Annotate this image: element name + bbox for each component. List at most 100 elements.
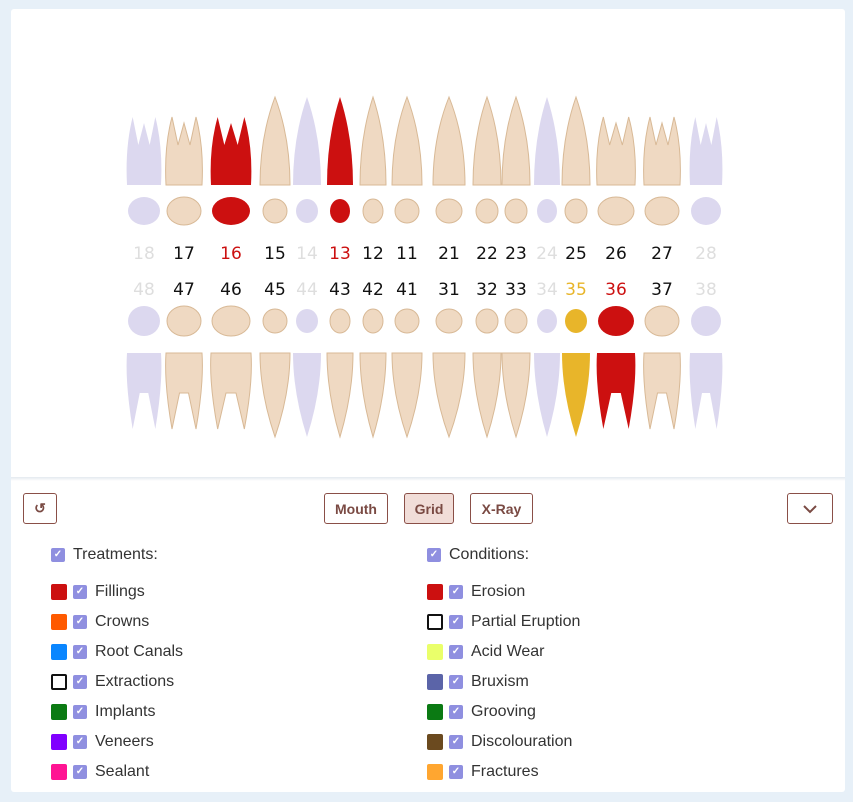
upper-tooth-root[interactable] <box>643 116 681 186</box>
upper-tooth-root[interactable] <box>126 117 162 185</box>
lower-tooth-number[interactable]: 42 <box>362 280 384 300</box>
lower-tooth-number[interactable]: 32 <box>476 280 498 300</box>
upper-tooth-root[interactable] <box>327 97 353 185</box>
lower-tooth-root[interactable] <box>259 352 291 439</box>
upper-tooth-number[interactable]: 22 <box>476 244 498 264</box>
lower-tooth-crown[interactable] <box>394 308 420 334</box>
upper-tooth-crown[interactable] <box>435 198 463 224</box>
upper-tooth-number[interactable]: 21 <box>438 244 460 264</box>
upper-tooth-crown[interactable] <box>362 198 384 224</box>
legend-checkbox[interactable]: ✓ <box>449 585 463 599</box>
legend-checkbox[interactable]: ✓ <box>73 585 87 599</box>
lower-tooth-root[interactable] <box>432 352 466 439</box>
lower-tooth-crown[interactable] <box>537 309 557 333</box>
lower-tooth-number[interactable]: 45 <box>264 280 286 300</box>
upper-tooth-number[interactable]: 23 <box>505 244 527 264</box>
upper-tooth-crown[interactable] <box>394 198 420 224</box>
lower-tooth-crown[interactable] <box>329 308 351 334</box>
upper-tooth-crown[interactable] <box>504 198 528 224</box>
upper-tooth-root[interactable] <box>391 95 423 186</box>
upper-tooth-root[interactable] <box>165 116 203 186</box>
lower-tooth-crown[interactable] <box>362 308 384 334</box>
upper-tooth-root[interactable] <box>432 95 466 186</box>
lower-tooth-root[interactable] <box>165 352 203 430</box>
grid-view-button[interactable]: Grid <box>404 493 454 524</box>
legend-checkbox[interactable]: ✓ <box>449 765 463 779</box>
lower-tooth-number[interactable]: 46 <box>220 280 242 300</box>
lower-tooth-root[interactable] <box>210 352 252 430</box>
upper-tooth-number[interactable]: 27 <box>651 244 673 264</box>
legend-checkbox[interactable]: ✓ <box>73 645 87 659</box>
legend-checkbox[interactable]: ✓ <box>73 765 87 779</box>
upper-tooth-crown[interactable] <box>691 197 721 225</box>
upper-tooth-number[interactable]: 26 <box>605 244 627 264</box>
upper-tooth-root[interactable] <box>210 117 252 185</box>
legend-checkbox[interactable]: ✓ <box>449 645 463 659</box>
lower-tooth-crown[interactable] <box>565 309 587 333</box>
upper-tooth-number[interactable]: 16 <box>220 244 242 264</box>
lower-tooth-root[interactable] <box>643 352 681 430</box>
lower-tooth-number[interactable]: 34 <box>536 280 558 300</box>
upper-tooth-crown[interactable] <box>564 198 588 224</box>
upper-tooth-number[interactable]: 11 <box>396 244 418 264</box>
upper-tooth-crown[interactable] <box>262 198 288 224</box>
lower-tooth-crown[interactable] <box>691 306 721 336</box>
upper-tooth-crown[interactable] <box>330 199 350 223</box>
upper-tooth-number[interactable]: 18 <box>133 244 155 264</box>
upper-tooth-root[interactable] <box>561 95 591 186</box>
upper-tooth-root[interactable] <box>259 95 291 186</box>
legend-checkbox[interactable]: ✓ <box>449 735 463 749</box>
upper-tooth-root[interactable] <box>534 97 560 185</box>
lower-tooth-crown[interactable] <box>504 308 528 334</box>
lower-tooth-crown[interactable] <box>166 305 202 337</box>
upper-tooth-number[interactable]: 25 <box>565 244 587 264</box>
upper-tooth-number[interactable]: 14 <box>296 244 318 264</box>
upper-tooth-root[interactable] <box>596 116 636 186</box>
upper-tooth-number[interactable]: 28 <box>695 244 717 264</box>
lower-tooth-number[interactable]: 36 <box>605 280 627 300</box>
legend-checkbox[interactable]: ✓ <box>449 615 463 629</box>
lower-tooth-root[interactable] <box>562 353 590 437</box>
upper-tooth-number[interactable]: 12 <box>362 244 384 264</box>
legend-checkbox[interactable]: ✓ <box>73 675 87 689</box>
mouth-view-button[interactable]: Mouth <box>324 493 388 524</box>
legend-checkbox[interactable]: ✓ <box>73 615 87 629</box>
upper-tooth-root[interactable] <box>472 95 502 186</box>
lower-tooth-number[interactable]: 33 <box>505 280 527 300</box>
upper-tooth-crown[interactable] <box>537 199 557 223</box>
lower-tooth-crown[interactable] <box>644 305 680 337</box>
upper-tooth-number[interactable]: 13 <box>329 244 351 264</box>
treatments-toggle-checkbox[interactable]: ✓ <box>51 548 65 562</box>
lower-tooth-root[interactable] <box>359 352 387 439</box>
lower-tooth-root[interactable] <box>391 352 423 439</box>
reset-button[interactable]: ↺ <box>23 493 57 524</box>
lower-tooth-number[interactable]: 48 <box>133 280 155 300</box>
upper-tooth-crown[interactable] <box>644 196 680 226</box>
upper-tooth-root[interactable] <box>293 97 321 185</box>
lower-tooth-number[interactable]: 43 <box>329 280 351 300</box>
conditions-toggle-checkbox[interactable]: ✓ <box>427 548 441 562</box>
lower-tooth-root[interactable] <box>689 353 723 429</box>
legend-checkbox[interactable]: ✓ <box>449 675 463 689</box>
lower-tooth-crown[interactable] <box>262 308 288 334</box>
lower-tooth-root[interactable] <box>326 352 354 439</box>
upper-tooth-crown[interactable] <box>166 196 202 226</box>
lower-tooth-number[interactable]: 38 <box>695 280 717 300</box>
lower-tooth-crown[interactable] <box>211 305 251 337</box>
lower-tooth-number[interactable]: 41 <box>396 280 418 300</box>
lower-tooth-number[interactable]: 31 <box>438 280 460 300</box>
upper-tooth-crown[interactable] <box>212 197 250 225</box>
lower-tooth-number[interactable]: 37 <box>651 280 673 300</box>
lower-tooth-root[interactable] <box>126 353 162 429</box>
lower-tooth-crown[interactable] <box>598 306 634 336</box>
lower-tooth-number[interactable]: 47 <box>173 280 195 300</box>
lower-tooth-number[interactable]: 35 <box>565 280 587 300</box>
lower-tooth-crown[interactable] <box>435 308 463 334</box>
lower-tooth-crown[interactable] <box>296 309 318 333</box>
lower-tooth-root[interactable] <box>534 353 560 437</box>
upper-tooth-number[interactable]: 24 <box>536 244 558 264</box>
upper-tooth-crown[interactable] <box>128 197 160 225</box>
upper-tooth-crown[interactable] <box>597 196 635 226</box>
lower-tooth-root[interactable] <box>472 352 502 439</box>
upper-tooth-number[interactable]: 15 <box>264 244 286 264</box>
